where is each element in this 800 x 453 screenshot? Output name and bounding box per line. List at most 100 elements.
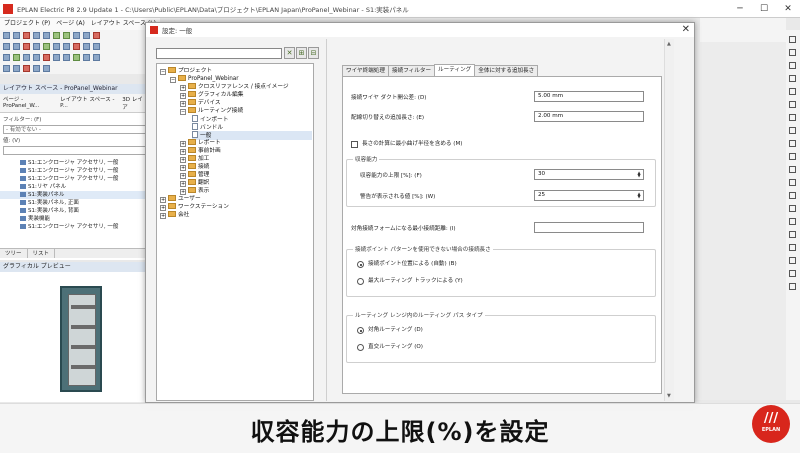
list-item[interactable]: S1:実装パネル: [0, 191, 149, 199]
layer-icon[interactable]: [63, 54, 70, 61]
tree-node-company[interactable]: + 会社: [160, 211, 189, 219]
connect-icon[interactable]: [43, 43, 50, 50]
tool-icon[interactable]: [789, 101, 796, 108]
grid-icon[interactable]: [3, 43, 10, 50]
tool-icon[interactable]: [789, 192, 796, 199]
diagonal-form-input[interactable]: [534, 222, 644, 233]
rotate-icon[interactable]: [33, 43, 40, 50]
tab-routing[interactable]: ルーティング: [434, 64, 476, 76]
settings-scrollbar[interactable]: ▲ ▼: [664, 39, 674, 401]
min-bend-radius-checkbox[interactable]: [351, 141, 358, 148]
tree-node[interactable]: + 接続: [180, 163, 209, 171]
tool-icon[interactable]: [789, 179, 796, 186]
tool-icon[interactable]: [789, 140, 796, 147]
snap-icon[interactable]: [13, 43, 20, 50]
duct-tolerance-input[interactable]: 5.00 mm: [534, 91, 644, 102]
spin-arrows-icon[interactable]: ▲ ▼: [636, 192, 642, 199]
scroll-down-icon[interactable]: ▼: [667, 393, 671, 399]
close-icon[interactable]: ✕: [776, 0, 800, 18]
minimize-icon[interactable]: ─: [728, 0, 752, 18]
tree-node[interactable]: + 翻訳: [180, 179, 209, 187]
new-icon[interactable]: [3, 32, 10, 39]
filter-icon[interactable]: [43, 65, 50, 72]
paste-icon[interactable]: [43, 32, 50, 39]
tool-icon[interactable]: [789, 270, 796, 277]
symbol-icon[interactable]: [73, 43, 80, 50]
search-tree-button[interactable]: ✕: [284, 47, 295, 59]
arrow-right-icon[interactable]: [13, 65, 20, 72]
tool-icon[interactable]: [789, 205, 796, 212]
copy-icon[interactable]: [33, 32, 40, 39]
tree-node[interactable]: + レポート: [180, 139, 221, 147]
open-icon[interactable]: [13, 32, 20, 39]
insert-icon[interactable]: [23, 43, 30, 50]
delete-icon[interactable]: [93, 32, 100, 39]
tool-icon[interactable]: [789, 49, 796, 56]
tab-wire-termination[interactable]: ワイヤ終端処理: [342, 65, 389, 76]
auto-position-radio[interactable]: [357, 261, 364, 268]
check-icon[interactable]: [73, 54, 80, 61]
tool-icon[interactable]: [789, 153, 796, 160]
view-icon[interactable]: [53, 54, 60, 61]
duct-icon[interactable]: [23, 54, 30, 61]
report-icon[interactable]: [83, 54, 90, 61]
tab-pages[interactable]: ページ - ProPanel_W...: [3, 95, 56, 111]
undo-icon[interactable]: [53, 32, 60, 39]
tab-tree[interactable]: ツリー: [0, 249, 28, 258]
tool-icon[interactable]: [789, 218, 796, 225]
spin-arrows-icon[interactable]: ▲ ▼: [636, 171, 642, 178]
tree-node[interactable]: + 管理: [180, 171, 209, 179]
zoom-icon[interactable]: [83, 32, 90, 39]
tab-3d-layout[interactable]: 3D レイア: [122, 95, 146, 111]
list-item[interactable]: 実装機能: [0, 215, 149, 223]
cut-icon[interactable]: [23, 32, 30, 39]
settings-icon[interactable]: [93, 54, 100, 61]
list-item[interactable]: S1:リヤ パネル: [0, 183, 149, 191]
tree-node-project-root[interactable]: − プロジェクト: [160, 67, 212, 75]
route-icon[interactable]: [43, 54, 50, 61]
tree-node[interactable]: + 事前計画: [180, 147, 221, 155]
list-item[interactable]: S1:エンクロージャ アクセサリ, 一般: [0, 223, 149, 231]
tree-node-user[interactable]: + ユーザー: [160, 195, 201, 203]
tool-icon[interactable]: [789, 36, 796, 43]
tree-node-project[interactable]: − ProPanel_Webinar: [170, 75, 239, 83]
value-input[interactable]: [3, 146, 146, 155]
tab-layout-space[interactable]: レイアウト スペース - P...: [60, 95, 118, 111]
orthogonal-routing-radio[interactable]: [357, 344, 364, 351]
extra-length-input[interactable]: 2.00 mm: [534, 111, 644, 122]
scroll-up-icon[interactable]: ▲: [667, 41, 671, 47]
tool-icon[interactable]: [789, 62, 796, 69]
tab-connection-filter[interactable]: 接続フィルター: [388, 65, 436, 76]
arrow-left-icon[interactable]: [3, 65, 10, 72]
tree-node-workstation[interactable]: + ワークステーション: [160, 203, 229, 211]
expand-tree-button[interactable]: ⊞: [296, 47, 307, 59]
tool-icon[interactable]: [789, 231, 796, 238]
line-icon[interactable]: [93, 43, 100, 50]
tree-node[interactable]: + デバイス: [180, 99, 221, 107]
place-icon[interactable]: [13, 54, 20, 61]
list-item[interactable]: S1:エンクロージャ アクセサリ, 一般: [0, 167, 149, 175]
tree-node-routing[interactable]: − ルーティング接続: [180, 107, 243, 115]
menu-page[interactable]: ページ (A): [56, 18, 85, 30]
tree-node[interactable]: + クロスリファレンス / 接点イメージ: [180, 83, 289, 91]
max-track-radio[interactable]: [357, 278, 364, 285]
close-icon[interactable]: ✕: [682, 23, 690, 37]
rail-icon[interactable]: [33, 54, 40, 61]
tree-search-input[interactable]: [156, 48, 282, 59]
measure-icon[interactable]: [63, 43, 70, 50]
part-icon[interactable]: [3, 54, 10, 61]
tool-icon[interactable]: [789, 283, 796, 290]
list-item[interactable]: S1:エンクロージャ アクセサリ, 一般: [0, 159, 149, 167]
tool-icon[interactable]: [789, 88, 796, 95]
tree-node[interactable]: + グラフィカル編集: [180, 91, 243, 99]
tab-list[interactable]: リスト: [28, 249, 56, 258]
tool-icon[interactable]: [789, 75, 796, 82]
diagonal-routing-radio[interactable]: [357, 327, 364, 334]
tool-icon[interactable]: [789, 127, 796, 134]
tree-node[interactable]: + 表示: [180, 187, 209, 195]
text-icon[interactable]: [83, 43, 90, 50]
tool-icon[interactable]: [789, 244, 796, 251]
move-icon[interactable]: [53, 43, 60, 50]
capacity-upper-input[interactable]: 30 ▲ ▼: [534, 169, 644, 180]
list-item[interactable]: S1:実装パネル, 正面: [0, 199, 149, 207]
